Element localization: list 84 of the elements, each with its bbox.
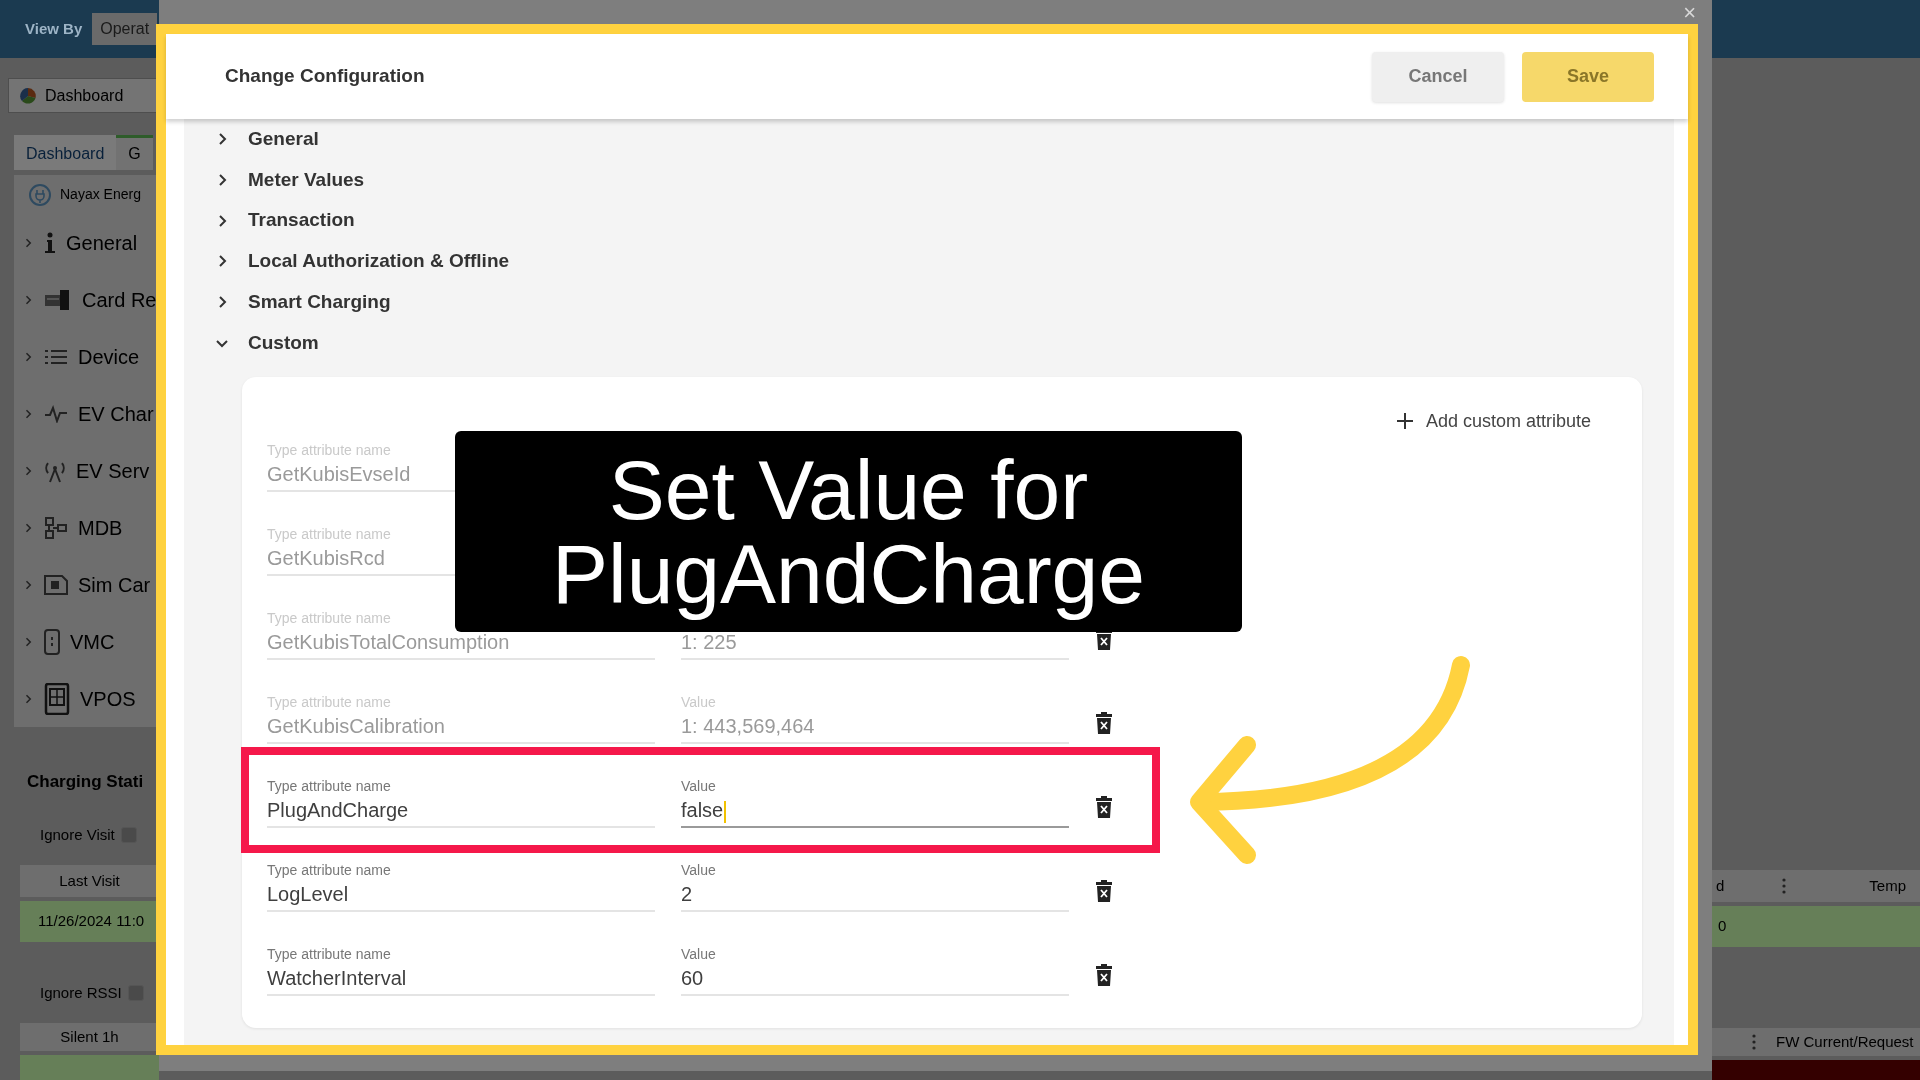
card-reader-icon (44, 288, 72, 311)
field-label: Value (681, 946, 716, 964)
field-value: LogLevel (267, 882, 349, 908)
trash-icon[interactable] (1095, 880, 1113, 903)
dashboard-select[interactable]: Dashboard (8, 78, 159, 113)
kebab-menu-icon[interactable] (1752, 1034, 1756, 1050)
name-field[interactable]: Type attribute name PlugAndCharge (267, 778, 655, 829)
name-field[interactable]: Type attribute name WatcherInterval (267, 946, 655, 997)
cancel-button[interactable]: Cancel (1372, 51, 1504, 102)
tree-item[interactable]: Card Re (82, 284, 157, 315)
tree-item[interactable]: VPOS (80, 683, 136, 714)
tree-item[interactable]: Device (78, 341, 140, 372)
device-name: Nayax Energ (60, 185, 141, 204)
tree-item[interactable]: Sim Car (78, 569, 151, 600)
plug-icon (28, 182, 52, 207)
accordion-label: Custom (248, 330, 319, 355)
field-value: WatcherInterval (267, 966, 407, 992)
section-title: Charging Stati (26, 771, 145, 794)
accordion-header[interactable]: Local Authorization & Offline (184, 241, 1674, 282)
device-icon (44, 628, 60, 655)
column-header: FW Current/Request (1775, 1031, 1914, 1052)
tree-item[interactable]: VMC (70, 626, 115, 657)
tree-item[interactable]: MDB (78, 512, 123, 543)
filter-label: Ignore Visit (40, 824, 115, 845)
tree-item[interactable]: General (66, 227, 138, 258)
blocks-icon (44, 515, 68, 540)
accordion-header[interactable]: Transaction (184, 200, 1674, 242)
pulse-icon (44, 404, 68, 423)
accordion-label: Smart Charging (248, 289, 391, 314)
accordion-header[interactable]: Custom (184, 322, 1674, 364)
close-button[interactable]: × (1679, 0, 1700, 26)
terminal-icon (44, 682, 70, 715)
kebab-menu-icon[interactable] (1782, 878, 1786, 894)
trash-icon[interactable] (1095, 964, 1113, 987)
plus-icon (1395, 412, 1414, 431)
dialog-title: Change Configuration (225, 64, 426, 89)
column-header: Temp (1869, 875, 1907, 896)
field-value: 2 (681, 882, 693, 908)
sim-card-icon (44, 574, 68, 595)
trash-icon[interactable] (1095, 796, 1113, 819)
save-button[interactable]: Save (1522, 51, 1654, 102)
value-field[interactable]: Value 60 (681, 946, 1069, 997)
accordion-header[interactable]: Smart Charging (184, 281, 1674, 323)
accordion-label: Local Authorization & Offline (248, 249, 510, 274)
name-field[interactable]: Type attribute name LogLevel (267, 862, 655, 913)
field-label: Value (681, 862, 716, 880)
info-icon (44, 231, 56, 254)
field-value: GetKubisRcd (267, 546, 385, 572)
field-value: GetKubisEvseId (267, 462, 411, 488)
view-by-label: View By (25, 18, 83, 39)
table-cell: 11/26/2024 11:0 (20, 901, 159, 942)
view-select[interactable]: Operat (92, 13, 158, 45)
tree-item[interactable]: EV Char (78, 398, 154, 429)
column-header: Silent 1h (20, 1023, 159, 1051)
add-attribute-button[interactable]: Add custom attribute (1389, 405, 1597, 438)
table-cell-text: 0 (1717, 916, 1727, 937)
field-label: Type attribute name (267, 946, 391, 964)
field-label: Type attribute name (267, 778, 391, 796)
value-field[interactable]: Value false (681, 778, 1069, 829)
accordion-label: Meter Values (248, 167, 365, 192)
column-header: Last Visit (20, 865, 159, 897)
tab[interactable]: G (116, 135, 153, 170)
list-icon (44, 347, 68, 366)
tree-item[interactable]: EV Serv (76, 455, 150, 486)
dashboard-select-label: Dashboard (45, 85, 124, 106)
field-value: PlugAndCharge (267, 798, 409, 824)
field-label: Type attribute name (267, 862, 391, 880)
column-header: d (1716, 875, 1725, 896)
field-label: Value (681, 778, 716, 796)
accordion-label: General (248, 127, 319, 152)
field-value: 60 (681, 966, 704, 992)
trash-icon[interactable] (1095, 712, 1113, 735)
field-value: GetKubisTotalConsumption (267, 630, 510, 656)
value-field[interactable]: Value 2 (681, 862, 1069, 913)
pie-chart-icon (19, 86, 37, 105)
filter-label: Ignore RSSI (40, 982, 122, 1003)
field-value: 1: 225 (681, 630, 737, 656)
accordion-header[interactable]: Meter Values (184, 159, 1674, 201)
tab[interactable]: Dashboard (14, 135, 117, 170)
field-value: false (681, 795, 727, 826)
accordion-label: Transaction (248, 208, 355, 233)
field-value: 1: 443,569,464 (681, 714, 815, 740)
field-value: GetKubisCalibration (267, 714, 445, 740)
accordion-header[interactable]: General (184, 119, 1674, 160)
